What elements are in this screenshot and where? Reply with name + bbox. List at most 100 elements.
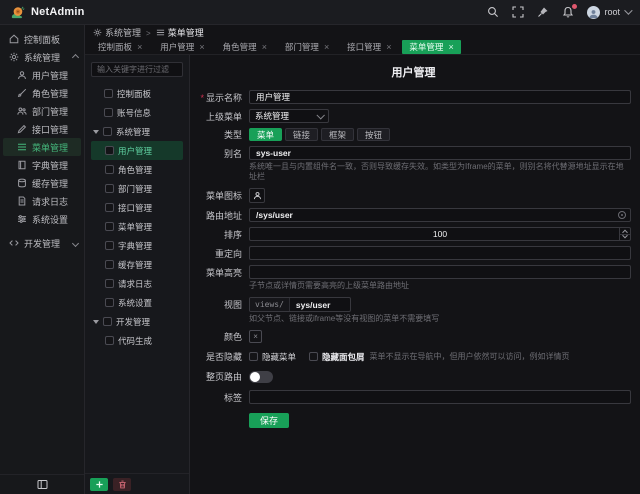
- sidebar-item-settings[interactable]: 系统设置: [0, 210, 84, 228]
- route-suffix-icon[interactable]: [618, 211, 626, 219]
- checkbox[interactable]: [105, 279, 114, 288]
- highlight-input[interactable]: [249, 265, 631, 279]
- type-option-button[interactable]: 按钮: [357, 128, 390, 141]
- tab-departments[interactable]: 部门管理: [278, 40, 336, 54]
- collapse-sidebar-icon[interactable]: [37, 479, 48, 490]
- breadcrumb-menus[interactable]: 菜单管理: [156, 26, 204, 39]
- menu-list-icon: [156, 28, 165, 37]
- tree-item-departments[interactable]: 部门管理: [91, 179, 183, 198]
- close-icon[interactable]: [448, 42, 453, 52]
- tree-item-roles[interactable]: 角色管理: [91, 160, 183, 179]
- redirect-input[interactable]: [249, 246, 631, 260]
- sidebar-item-cache[interactable]: 缓存管理: [0, 174, 84, 192]
- fullscreen-icon[interactable]: [512, 6, 524, 18]
- route-label: 路由地址: [196, 209, 242, 222]
- tree-filter-input[interactable]: [91, 62, 183, 77]
- tree-item-dashboard[interactable]: 控制面板: [91, 84, 183, 103]
- tree-item-development[interactable]: 开发管理: [91, 312, 183, 331]
- checkbox[interactable]: [105, 165, 114, 174]
- sidebar-item-menus[interactable]: 菜单管理: [3, 138, 81, 156]
- tree-item-menus[interactable]: 菜单管理: [91, 217, 183, 236]
- checkbox[interactable]: [103, 317, 112, 326]
- sidebar-item-departments[interactable]: 部门管理: [0, 102, 84, 120]
- sort-input[interactable]: [249, 227, 631, 241]
- checkbox[interactable]: [105, 336, 114, 345]
- user-avatar: [587, 6, 600, 19]
- alias-input[interactable]: [249, 146, 631, 160]
- checkbox[interactable]: [105, 241, 114, 250]
- save-button[interactable]: 保存: [249, 413, 289, 428]
- tab-roles[interactable]: 角色管理: [216, 40, 274, 54]
- checkbox[interactable]: [104, 108, 113, 117]
- sidebar-item-apis[interactable]: 接口管理: [0, 120, 84, 138]
- tree-item-cache[interactable]: 缓存管理: [91, 255, 183, 274]
- sidebar-group-system[interactable]: 系统管理: [0, 48, 84, 66]
- close-icon[interactable]: [137, 42, 142, 52]
- tree-item-users-selected[interactable]: 用户管理: [91, 141, 183, 160]
- tab-menus-active[interactable]: 菜单管理: [402, 40, 460, 54]
- sidebar-item-roles[interactable]: 角色管理: [0, 84, 84, 102]
- type-option-iframe[interactable]: 框架: [321, 128, 354, 141]
- close-icon[interactable]: [262, 42, 267, 52]
- checkbox[interactable]: [105, 260, 114, 269]
- checkbox[interactable]: [105, 298, 114, 307]
- user-name: root: [604, 7, 620, 17]
- highlight-hint: 子节点或详情页需要高亮的上级菜单路由地址: [249, 281, 631, 291]
- close-icon[interactable]: [324, 42, 329, 52]
- route-input[interactable]: [249, 208, 631, 222]
- spinner-down-icon[interactable]: [620, 234, 630, 241]
- checkbox[interactable]: [105, 222, 114, 231]
- tree-item-apis[interactable]: 接口管理: [91, 198, 183, 217]
- full-page-toggle[interactable]: [249, 371, 273, 383]
- add-menu-button[interactable]: [90, 478, 108, 491]
- sort-label: 排序: [196, 228, 242, 241]
- tab-dashboard[interactable]: 控制面板: [91, 40, 149, 54]
- document-icon: [17, 196, 27, 206]
- checkbox: [249, 352, 258, 361]
- pin-icon[interactable]: [537, 6, 549, 18]
- tree-item-dictionaries[interactable]: 字典管理: [91, 236, 183, 255]
- tab-users[interactable]: 用户管理: [153, 40, 211, 54]
- close-icon[interactable]: [199, 42, 204, 52]
- menu-icon-picker-button[interactable]: [249, 188, 265, 203]
- user-menu[interactable]: root: [587, 6, 630, 19]
- tree-item-system[interactable]: 系统管理: [91, 122, 183, 141]
- hide-breadcrumb-checkbox[interactable]: 隐藏面包屑: [309, 351, 365, 363]
- delete-menu-button[interactable]: [113, 478, 131, 491]
- search-icon[interactable]: [487, 6, 499, 18]
- breadcrumb-system[interactable]: 系统管理: [93, 26, 141, 39]
- user-icon: [253, 191, 262, 200]
- parent-menu-select[interactable]: 系统管理: [249, 109, 329, 123]
- sidebar-item-dictionaries[interactable]: 字典管理: [0, 156, 84, 174]
- notifications-bell-icon[interactable]: [562, 6, 574, 18]
- checkbox[interactable]: [105, 184, 114, 193]
- checkbox[interactable]: [105, 146, 114, 155]
- color-picker-button[interactable]: [249, 330, 262, 343]
- breadcrumb: 系统管理 菜单管理: [85, 25, 640, 40]
- sidebar-item-request-logs[interactable]: 请求日志: [0, 192, 84, 210]
- menu-icon-label: 菜单图标: [196, 189, 242, 202]
- sidebar-group-development[interactable]: 开发管理: [0, 234, 84, 252]
- caret-down-icon[interactable]: [93, 320, 99, 324]
- hide-menu-checkbox[interactable]: 隐藏菜单: [249, 351, 296, 363]
- tree-item-account[interactable]: 账号信息: [91, 103, 183, 122]
- sidebar-item-dashboard[interactable]: 控制面板: [0, 30, 84, 48]
- close-icon[interactable]: [386, 42, 391, 52]
- tab-apis[interactable]: 接口管理: [340, 40, 398, 54]
- checkbox[interactable]: [103, 127, 112, 136]
- type-option-link[interactable]: 链接: [285, 128, 318, 141]
- tree-item-settings[interactable]: 系统设置: [91, 293, 183, 312]
- chevron-down-icon: [72, 239, 79, 246]
- notification-badge: [571, 3, 578, 10]
- view-input-group[interactable]: views/ sys/user: [249, 297, 351, 312]
- checkbox[interactable]: [104, 89, 113, 98]
- redirect-label: 重定向: [196, 247, 242, 260]
- display-name-input[interactable]: [249, 90, 631, 104]
- tree-item-request-logs[interactable]: 请求日志: [91, 274, 183, 293]
- sidebar-item-users[interactable]: 用户管理: [0, 66, 84, 84]
- checkbox[interactable]: [105, 203, 114, 212]
- tag-input[interactable]: [249, 390, 631, 404]
- type-option-menu[interactable]: 菜单: [249, 128, 282, 141]
- tree-item-codegen[interactable]: 代码生成: [91, 331, 183, 350]
- caret-down-icon[interactable]: [93, 130, 99, 134]
